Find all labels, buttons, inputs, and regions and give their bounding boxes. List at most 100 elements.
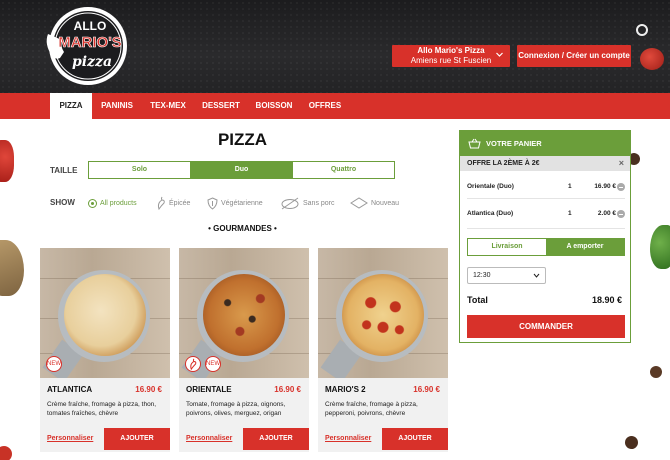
- cart-item-qty: 1: [568, 210, 572, 217]
- store-selector-button[interactable]: Allo Mario's Pizza Amiens rue St Fuscien: [392, 45, 510, 67]
- size-option-solo[interactable]: Solo: [89, 162, 190, 178]
- category-nav: PIZZA PANINIS TEX-MEX DESSERT BOISSON OF…: [0, 93, 670, 119]
- cart-item-price: 16.90 €: [594, 183, 616, 190]
- remove-item-icon[interactable]: [617, 210, 625, 218]
- chili-icon: [157, 196, 165, 210]
- close-icon[interactable]: ×: [619, 156, 624, 171]
- chevron-down-icon: [496, 52, 503, 57]
- product-description: Crème fraîche, fromage à pizza, pepperon…: [325, 401, 418, 417]
- store-name: Allo Mario's Pizza: [417, 46, 485, 55]
- new-tag-icon: [350, 196, 368, 209]
- customize-link[interactable]: Personnaliser: [325, 435, 371, 442]
- show-label: SHOW: [50, 198, 75, 207]
- filter-label: All products: [100, 199, 137, 207]
- nav-item-pizza[interactable]: PIZZA: [50, 93, 92, 119]
- basket-icon: [468, 138, 481, 149]
- remove-item-icon[interactable]: [617, 183, 625, 191]
- nav-item-tex-mex[interactable]: TEX-MEX: [146, 93, 190, 119]
- store-location: Amiens rue St Fuscien: [410, 56, 492, 65]
- decorative-basil-right: [650, 225, 670, 269]
- order-button[interactable]: COMMANDER: [467, 315, 625, 338]
- cart-title: VOTRE PANIER: [486, 139, 542, 148]
- logo-text-allo: ALLO: [74, 19, 107, 33]
- product-card-atlantica: NEW ATLANTICA 16.90 € Crème fraîche, fro…: [40, 248, 170, 452]
- decorative-leaf-left: [0, 240, 24, 296]
- customize-link[interactable]: Personnaliser: [47, 435, 93, 442]
- cart-panel: VOTRE PANIER OFFRE LA 2ÈME À 2€ × Orient…: [459, 130, 631, 343]
- selected-time: 12:30: [473, 272, 491, 279]
- size-label: TAILLE: [50, 166, 78, 175]
- filter-label: Nouveau: [371, 199, 400, 207]
- size-option-quattro[interactable]: Quattro: [292, 162, 394, 178]
- add-to-cart-button[interactable]: AJOUTER: [104, 428, 170, 450]
- product-price: 16.90 €: [274, 385, 301, 394]
- decorative-onion: [636, 24, 648, 36]
- product-card-marios-2: MARIO'S 2 16.90 € Crème fraîche, fromage…: [318, 248, 448, 452]
- logo-text-pizza: pizza: [72, 54, 112, 70]
- cart-line-item: Orientale (Duo) 1 16.90 €: [467, 183, 625, 191]
- login-button[interactable]: Connexion / Créer un compte: [517, 45, 631, 67]
- radio-selected-icon: [88, 198, 97, 208]
- product-price: 16.90 €: [135, 385, 162, 394]
- no-pork-icon: [281, 197, 299, 209]
- pickup-time-select[interactable]: 12:30: [467, 267, 546, 284]
- divider: [467, 198, 625, 199]
- divider: [467, 228, 625, 229]
- product-card-orientale: NEW ORIENTALE 16.90 € Tomate, fromage à …: [179, 248, 309, 452]
- filter-new[interactable]: Nouveau: [350, 196, 399, 210]
- spicy-badge-icon: [185, 356, 201, 372]
- decorative-tomato: [640, 48, 664, 70]
- add-to-cart-button[interactable]: AJOUTER: [243, 428, 309, 450]
- page-title: PIZZA: [217, 130, 268, 149]
- cart-item-name: Orientale (Duo): [467, 183, 514, 190]
- size-selector: Solo Duo Quattro: [88, 161, 395, 179]
- product-name: ORIENTALE: [186, 385, 232, 394]
- section-title-gourmandes: • GOURMANDES •: [208, 224, 277, 233]
- product-image[interactable]: NEW: [40, 248, 170, 378]
- cart-header: VOTRE PANIER: [460, 131, 630, 156]
- product-price: 16.90 €: [413, 385, 440, 394]
- cart-offer-banner: OFFRE LA 2ÈME À 2€ ×: [460, 156, 630, 171]
- product-image[interactable]: NEW: [179, 248, 309, 378]
- customize-link[interactable]: Personnaliser: [186, 435, 232, 442]
- filter-no-pork[interactable]: Sans porc: [280, 196, 335, 210]
- decorative-peppercorn-2: [650, 366, 662, 378]
- cart-item-name: Atlantica (Duo): [467, 210, 514, 217]
- nav-item-dessert[interactable]: DESSERT: [198, 93, 244, 119]
- leaf-shield-icon: [207, 196, 218, 210]
- new-badge-icon: NEW: [46, 356, 62, 372]
- mode-option-takeaway[interactable]: A emporter: [546, 239, 624, 255]
- site-header: ALLO MARIO'S pizza Allo Mario's Pizza Am…: [0, 0, 670, 93]
- product-description: Tomate, fromage à pizza, oignons, poivro…: [186, 401, 286, 417]
- total-value: 18.90 €: [591, 295, 622, 305]
- filter-label: Sans porc: [303, 199, 335, 207]
- filter-label: Végétarienne: [221, 199, 263, 207]
- filter-vegetarian[interactable]: Végétarienne: [207, 196, 263, 210]
- product-description: Crème fraîche, fromage à pizza, thon, to…: [47, 401, 157, 417]
- total-label: Total: [467, 295, 488, 305]
- product-name: ATLANTICA: [47, 385, 93, 394]
- nav-item-offres[interactable]: OFFRES: [304, 93, 346, 119]
- new-badge-icon: NEW: [205, 356, 221, 372]
- filter-all-products[interactable]: All products: [88, 196, 137, 210]
- cart-line-item: Atlantica (Duo) 1 2.00 €: [467, 210, 625, 218]
- brand-logo[interactable]: ALLO MARIO'S pizza: [40, 4, 136, 88]
- filter-spicy[interactable]: Épicée: [156, 196, 190, 210]
- cart-item-price: 2.00 €: [597, 210, 616, 217]
- logo-text-marios: MARIO'S: [58, 34, 122, 51]
- product-name: MARIO'S 2: [325, 385, 366, 394]
- mode-option-delivery[interactable]: Livraison: [468, 239, 546, 255]
- add-to-cart-button[interactable]: AJOUTER: [382, 428, 448, 450]
- nav-item-paninis[interactable]: PANINIS: [96, 93, 138, 119]
- filter-label: Épicée: [169, 199, 191, 207]
- decorative-tomato-left: [0, 140, 14, 182]
- cart-item-qty: 1: [568, 183, 572, 190]
- offer-text: OFFRE LA 2ÈME À 2€: [467, 160, 540, 167]
- chevron-down-icon: [533, 273, 540, 278]
- nav-item-boisson[interactable]: BOISSON: [252, 93, 296, 119]
- size-option-duo[interactable]: Duo: [190, 162, 292, 178]
- product-image[interactable]: [318, 248, 448, 378]
- decorative-peppercorn-3: [625, 436, 638, 449]
- delivery-mode-toggle: Livraison A emporter: [467, 238, 625, 256]
- decorative-pepper-left: [0, 446, 12, 460]
